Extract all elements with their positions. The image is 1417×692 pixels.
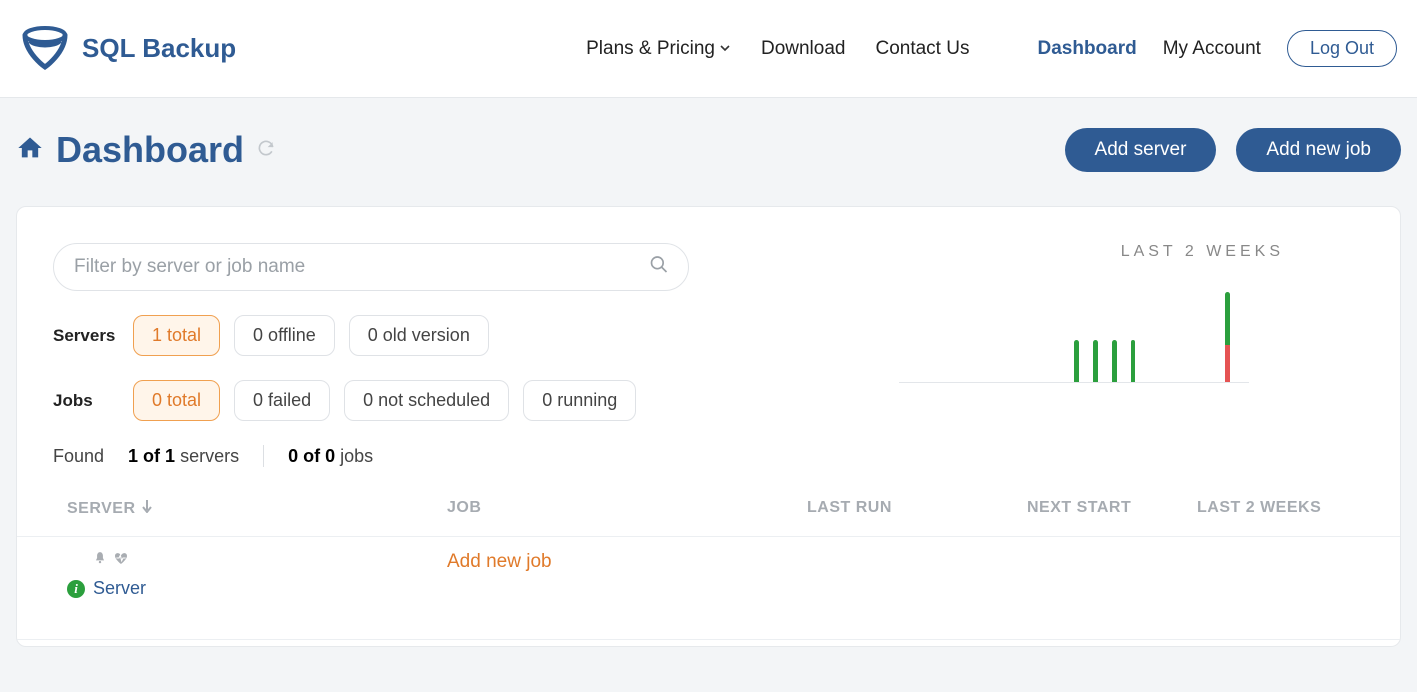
chart-title: LAST 2 WEEKS	[1121, 243, 1284, 261]
heartbeat-icon[interactable]	[113, 551, 129, 570]
found-servers: 1 of 1 servers	[128, 446, 239, 467]
chart-column: LAST 2 WEEKS	[783, 243, 1364, 383]
filters-column: Servers 1 total 0 offline 0 old version …	[53, 243, 743, 467]
table-row: i Server Add new job	[17, 537, 1400, 640]
panel-top: Servers 1 total 0 offline 0 old version …	[17, 207, 1400, 467]
logo-icon	[20, 21, 70, 76]
home-icon	[16, 134, 44, 167]
refresh-icon[interactable]	[256, 138, 276, 163]
filter-box	[53, 243, 689, 291]
jobs-table: SERVER JOB LAST RUN NEXT START LAST 2 WE…	[17, 499, 1400, 640]
chip-jobs-notscheduled[interactable]: 0 not scheduled	[344, 380, 509, 421]
nav-contact-label: Contact Us	[875, 38, 969, 60]
nav-download[interactable]: Download	[761, 38, 846, 60]
chart-bar	[1112, 340, 1117, 382]
found-servers-count: 1 of 1	[128, 446, 175, 466]
found-servers-suffix: servers	[180, 446, 239, 466]
chart-bar	[1074, 340, 1079, 382]
page-head: Dashboard Add server Add new job	[0, 98, 1417, 186]
col-header-server-label: SERVER	[67, 500, 136, 518]
chart-bar	[1093, 340, 1098, 382]
nav-plans-label: Plans & Pricing	[586, 38, 715, 60]
chip-jobs-total[interactable]: 0 total	[133, 380, 220, 421]
jobs-label: Jobs	[53, 391, 119, 411]
add-new-job-link[interactable]: Add new job	[447, 551, 552, 572]
chart-bar	[1131, 340, 1136, 382]
page-title-wrap: Dashboard	[16, 129, 276, 171]
chevron-down-icon	[719, 38, 731, 60]
nav-center: Plans & Pricing Download Contact Us	[586, 38, 969, 60]
nav-contact[interactable]: Contact Us	[875, 38, 969, 60]
nav-right: Dashboard My Account Log Out	[1037, 30, 1397, 67]
job-cell: Add new job	[447, 551, 807, 573]
found-label: Found	[53, 446, 104, 467]
info-icon: i	[67, 580, 85, 598]
search-icon[interactable]	[649, 255, 669, 280]
col-header-last2weeks[interactable]: LAST 2 WEEKS	[1197, 499, 1364, 518]
col-header-job[interactable]: JOB	[447, 499, 807, 518]
servers-filter-row: Servers 1 total 0 offline 0 old version	[53, 315, 743, 356]
chip-jobs-failed[interactable]: 0 failed	[234, 380, 330, 421]
chart-bar	[1225, 292, 1230, 382]
nav-dashboard[interactable]: Dashboard	[1037, 38, 1136, 60]
bell-icon[interactable]	[93, 551, 107, 570]
server-name-row[interactable]: i Server	[67, 578, 447, 599]
topbar: SQL Backup Plans & Pricing Download Cont…	[0, 0, 1417, 98]
divider	[263, 445, 264, 467]
logout-button[interactable]: Log Out	[1287, 30, 1397, 67]
nav-download-label: Download	[761, 38, 846, 60]
server-row-icons	[93, 551, 447, 570]
server-name-link[interactable]: Server	[93, 578, 146, 599]
chip-servers-offline[interactable]: 0 offline	[234, 315, 335, 356]
found-jobs: 0 of 0 jobs	[288, 446, 373, 467]
filter-input[interactable]	[53, 243, 689, 291]
found-jobs-count: 0 of 0	[288, 446, 335, 466]
chip-jobs-running[interactable]: 0 running	[523, 380, 636, 421]
col-header-lastrun[interactable]: LAST RUN	[807, 499, 1027, 518]
found-row: Found 1 of 1 servers 0 of 0 jobs	[53, 445, 743, 467]
add-new-job-button[interactable]: Add new job	[1236, 128, 1401, 172]
server-cell: i Server	[67, 551, 447, 599]
chip-servers-oldversion[interactable]: 0 old version	[349, 315, 489, 356]
brand-name: SQL Backup	[82, 33, 236, 64]
page-title: Dashboard	[56, 129, 244, 171]
found-jobs-suffix: jobs	[340, 446, 373, 466]
main-panel: Servers 1 total 0 offline 0 old version …	[16, 206, 1401, 647]
col-header-server[interactable]: SERVER	[67, 499, 447, 518]
jobs-filter-row: Jobs 0 total 0 failed 0 not scheduled 0 …	[53, 380, 743, 421]
brand[interactable]: SQL Backup	[20, 21, 236, 76]
add-server-button[interactable]: Add server	[1065, 128, 1217, 172]
chip-servers-total[interactable]: 1 total	[133, 315, 220, 356]
nav-my-account[interactable]: My Account	[1163, 38, 1261, 60]
table-header: SERVER JOB LAST RUN NEXT START LAST 2 WE…	[17, 499, 1400, 537]
head-actions: Add server Add new job	[1065, 128, 1401, 172]
sort-down-icon	[142, 499, 152, 518]
chart-area	[899, 283, 1249, 383]
nav-plans-pricing[interactable]: Plans & Pricing	[586, 38, 731, 60]
servers-label: Servers	[53, 326, 119, 346]
col-header-nextstart[interactable]: NEXT START	[1027, 499, 1197, 518]
